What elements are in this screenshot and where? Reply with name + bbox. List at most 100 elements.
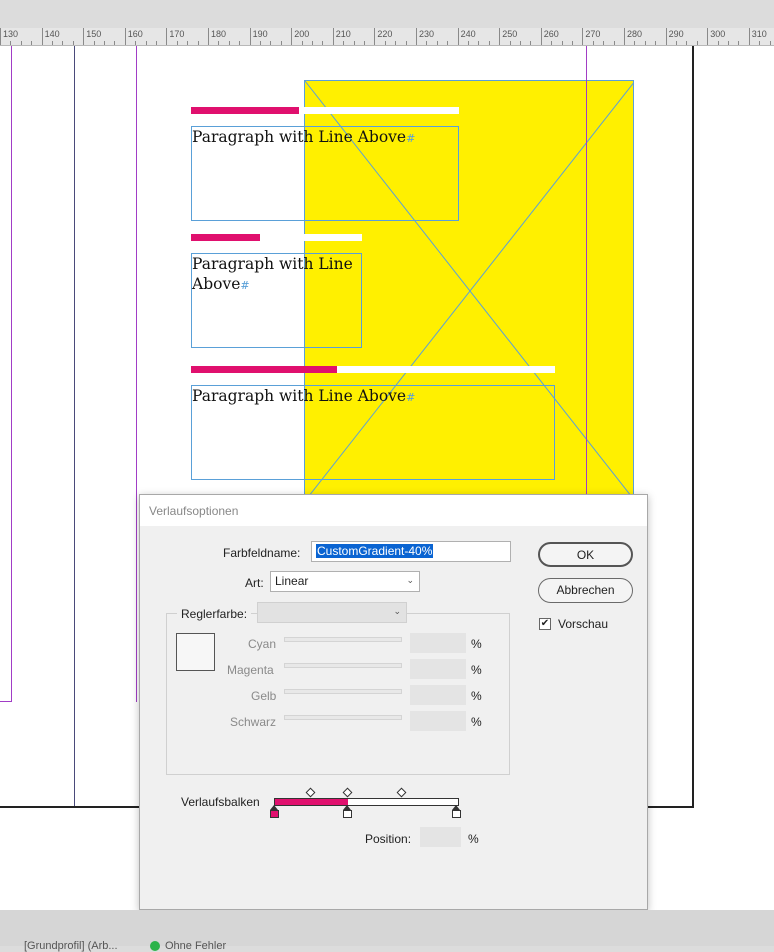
ruler-tick-label: 180 bbox=[211, 29, 227, 39]
margin-guide-left bbox=[136, 46, 137, 702]
preview-checkbox[interactable]: ✔ bbox=[539, 618, 551, 630]
midpoint-diamond[interactable] bbox=[305, 787, 316, 798]
gradient-stop[interactable] bbox=[270, 805, 279, 818]
ruler-tick: 190 bbox=[249, 28, 268, 45]
ruler-tick: 270 bbox=[582, 28, 600, 45]
gradient-stop[interactable] bbox=[452, 805, 461, 818]
ruler-tick-label: 260 bbox=[543, 29, 559, 39]
ruler-minor-tick bbox=[509, 41, 511, 45]
preflight-status[interactable]: Ohne Fehler bbox=[165, 940, 226, 952]
gradient-options-dialog[interactable]: Verlaufsoptionen Farbfeldname: CustomGra… bbox=[139, 494, 648, 910]
ruler-minor-tick bbox=[769, 41, 771, 45]
ruler-minor-tick bbox=[301, 41, 303, 45]
magenta-input[interactable] bbox=[410, 659, 466, 679]
ruler-minor-tick bbox=[717, 41, 719, 45]
ruler-tick: 310 bbox=[748, 28, 767, 45]
ruler-minor-tick bbox=[520, 41, 521, 45]
stop-color-label: Reglerfarbe: bbox=[177, 607, 252, 621]
ruler-minor-tick bbox=[197, 41, 199, 45]
gradient-ramp-label: Verlaufsbalken bbox=[181, 795, 260, 809]
yellow-input[interactable] bbox=[410, 685, 466, 705]
ruler-tick: 260 bbox=[540, 28, 559, 45]
cyan-slider[interactable] bbox=[284, 637, 402, 642]
ruler-tick: 140 bbox=[41, 28, 60, 45]
cyan-input[interactable] bbox=[410, 633, 466, 653]
magenta-slider[interactable] bbox=[284, 663, 402, 668]
ruler-minor-tick bbox=[31, 41, 33, 45]
gradient-stop[interactable] bbox=[343, 805, 352, 818]
ruler-minor-tick bbox=[93, 41, 95, 45]
swatch-name-input[interactable]: CustomGradient-40% bbox=[311, 541, 511, 562]
midpoint-diamond[interactable] bbox=[396, 787, 407, 798]
profile-status[interactable]: [Grundprofil] (Arb... bbox=[24, 940, 118, 952]
swatch-name-value: CustomGradient-40% bbox=[316, 544, 434, 558]
pilcrow-mark: # bbox=[406, 132, 416, 145]
yellow-slider[interactable] bbox=[284, 689, 402, 694]
ruler-minor-tick bbox=[478, 41, 480, 45]
yellow-label: Gelb bbox=[251, 689, 277, 703]
ruler-minor-tick bbox=[280, 41, 282, 45]
top-bar bbox=[0, 0, 774, 28]
ruler-minor-tick bbox=[364, 41, 365, 45]
paragraph-rule-2-base bbox=[260, 234, 362, 241]
black-label: Schwarz bbox=[230, 715, 277, 729]
column-guide bbox=[11, 46, 12, 702]
ruler-tick-label: 310 bbox=[751, 29, 767, 39]
magenta-label: Magenta bbox=[227, 663, 274, 677]
ruler-minor-tick bbox=[353, 41, 355, 45]
ruler-minor-tick bbox=[572, 41, 573, 45]
gradient-ramp[interactable] bbox=[274, 798, 459, 806]
ruler-minor-tick bbox=[655, 41, 657, 45]
ruler-tick: 130 bbox=[0, 28, 18, 45]
ruler-minor-tick bbox=[613, 41, 615, 45]
ruler-minor-tick bbox=[759, 41, 761, 45]
cancel-button[interactable]: Abbrechen bbox=[538, 578, 633, 603]
horizontal-ruler[interactable]: 130 140 150 160 170 180 190 200 210 220 230 240 250 2… bbox=[0, 28, 774, 46]
text-frame-3[interactable]: Paragraph with Line Above# bbox=[191, 385, 555, 480]
stop-color-dropdown[interactable]: ⌄ bbox=[257, 602, 407, 623]
ruler-tick-label: 240 bbox=[460, 29, 476, 39]
black-slider[interactable] bbox=[284, 715, 402, 720]
preflight-ok-icon bbox=[150, 941, 160, 951]
ruler-tick: 210 bbox=[332, 28, 351, 45]
ruler-tick: 180 bbox=[208, 28, 226, 45]
ruler-minor-tick bbox=[187, 41, 189, 45]
gradient-ramp-fill bbox=[275, 799, 349, 805]
paragraph-rule-3-accent bbox=[191, 366, 337, 373]
dialog-titlebar[interactable]: Verlaufsoptionen bbox=[140, 495, 647, 526]
type-dropdown[interactable]: Linear ⌄ bbox=[270, 571, 420, 592]
pilcrow-mark: # bbox=[406, 391, 416, 404]
ruler-minor-tick bbox=[696, 41, 698, 45]
paragraph-rule-1-base bbox=[299, 107, 459, 114]
chevron-down-icon: ⌄ bbox=[393, 606, 401, 616]
margin-guide-right bbox=[586, 46, 587, 496]
ruler-minor-tick bbox=[447, 41, 449, 45]
type-label: Art: bbox=[245, 576, 264, 590]
ruler-tick-label: 290 bbox=[668, 29, 684, 39]
ruler-minor-tick bbox=[10, 41, 12, 45]
cyan-label: Cyan bbox=[248, 637, 277, 651]
ruler-minor-tick bbox=[405, 41, 407, 45]
ruler-minor-tick bbox=[239, 41, 241, 45]
ruler-tick: 290 bbox=[665, 28, 684, 45]
midpoint-diamond[interactable] bbox=[342, 787, 353, 798]
ruler-minor-tick bbox=[468, 41, 469, 45]
chevron-down-icon: ⌄ bbox=[406, 575, 414, 585]
text-frame-2[interactable]: Paragraph with Line Above# bbox=[191, 253, 362, 348]
ruler-minor-tick bbox=[62, 41, 64, 45]
ruler-minor-tick bbox=[488, 41, 490, 45]
stop-color-swatch bbox=[176, 633, 215, 671]
black-input[interactable] bbox=[410, 711, 466, 731]
ruler-minor-tick bbox=[20, 41, 22, 45]
ruler-minor-tick bbox=[634, 41, 636, 45]
ruler-minor-tick bbox=[561, 41, 563, 45]
ruler-tick: 250 bbox=[499, 28, 517, 45]
ruler-minor-tick bbox=[218, 41, 220, 45]
ruler-minor-tick bbox=[228, 41, 230, 45]
text-frame-1[interactable]: Paragraph with Line Above# bbox=[191, 126, 459, 221]
position-input[interactable] bbox=[420, 827, 461, 847]
ruler-minor-tick bbox=[426, 41, 428, 45]
ruler-minor-tick bbox=[322, 41, 324, 45]
ok-button[interactable]: OK bbox=[538, 542, 633, 567]
ruler-tick: 300 bbox=[707, 28, 725, 45]
